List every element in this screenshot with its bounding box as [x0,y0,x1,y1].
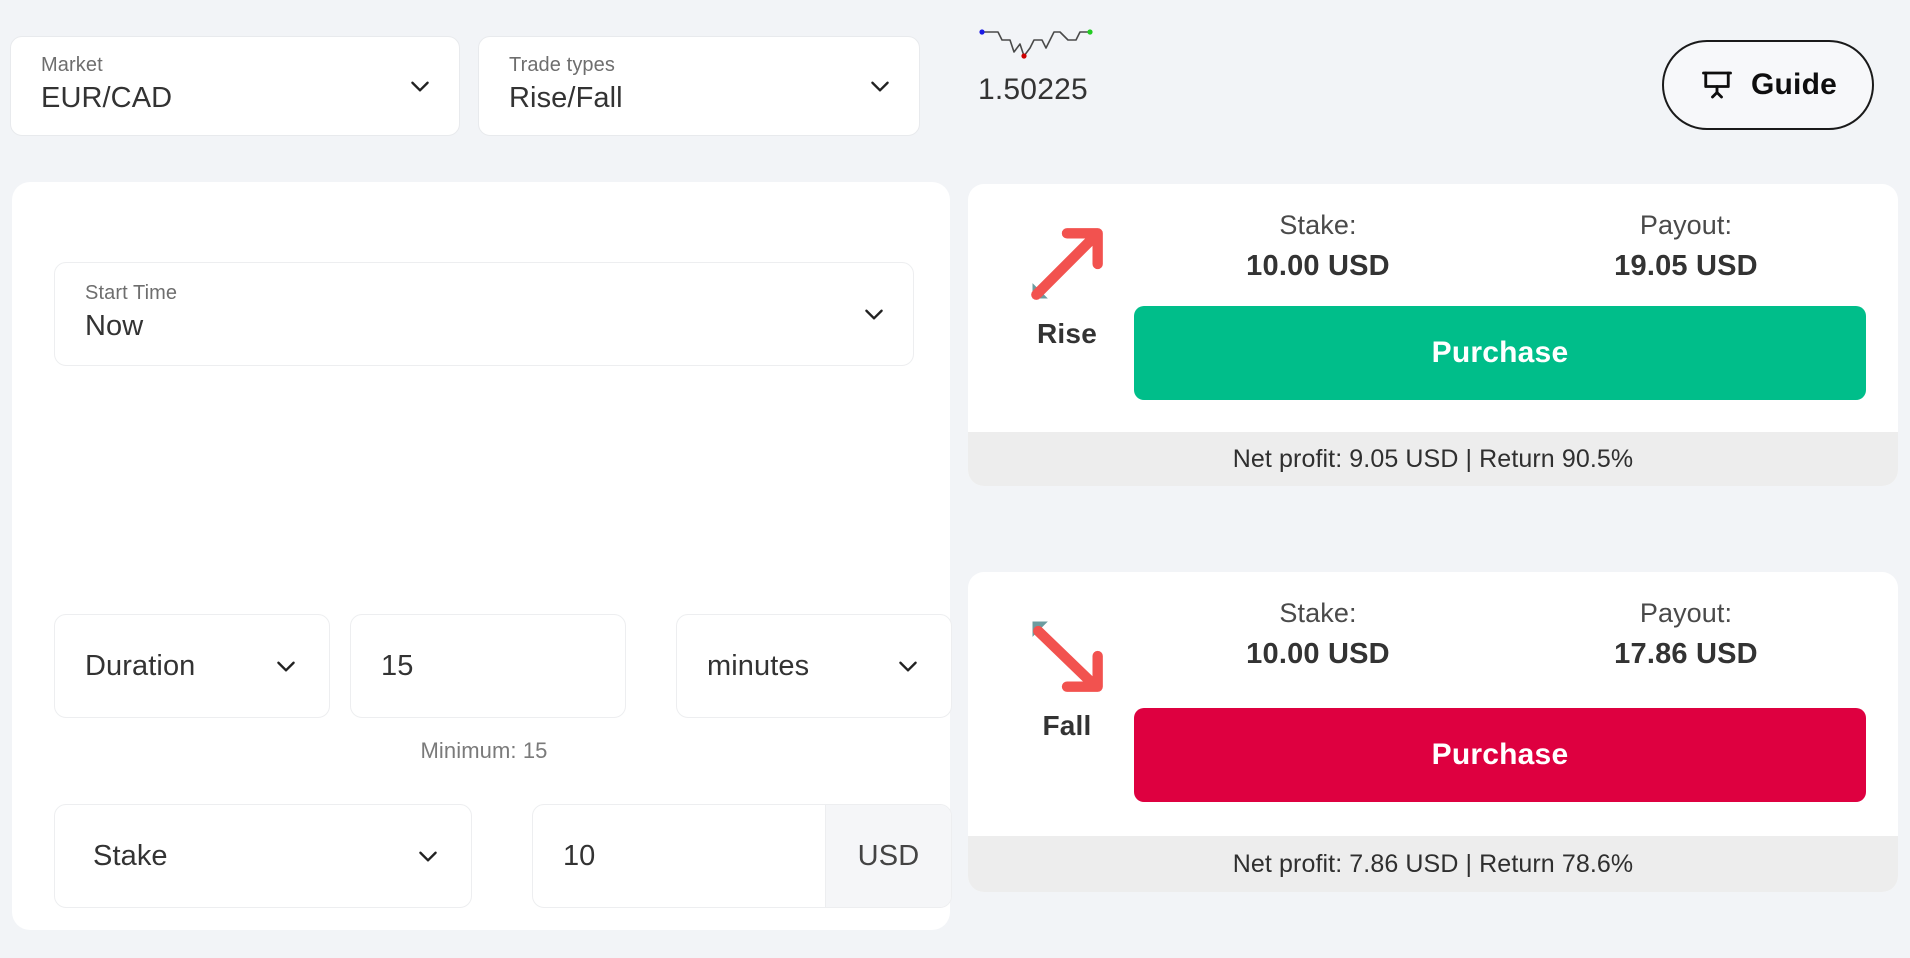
chevron-down-icon[interactable] [273,653,299,679]
fall-stake-label: Stake: [1279,598,1357,628]
guide-button-label: Guide [1750,68,1837,101]
fall-net-profit-text: Net profit: 7.86 USD | Return 78.6% [1232,849,1634,878]
chevron-down-icon[interactable] [407,73,433,99]
rise-card-footer: Net profit: 9.05 USD | Return 90.5% [968,432,1898,486]
arrow-up-right-icon [1000,218,1134,310]
trade-parameters-panel: Start Time Now Duration 15 minutes Minim… [12,182,952,930]
chevron-down-icon[interactable] [861,301,887,327]
rise-payout-column: Payout: 19.05 USD [1502,208,1870,286]
trade-types-label: Trade types [509,54,615,76]
arrow-down-right-icon [1000,610,1134,702]
current-price: 1.50225 [978,73,1088,106]
duration-type-dropdown[interactable]: Duration [54,614,330,718]
duration-row: Duration 15 minutes [54,614,952,718]
market-selector[interactable]: Market EUR/CAD [10,36,460,136]
rise-payout-label: Payout: [1639,210,1733,240]
start-time-label: Start Time [85,282,178,304]
top-bar: Market EUR/CAD Trade types Rise/Fall 1.5… [0,0,1910,152]
sparkline-chart [979,29,1093,59]
presentation-board-icon [1699,67,1735,103]
guide-button[interactable]: Guide [1662,40,1874,130]
duration-amount-value: 15 [381,649,414,682]
trade-types-value: Rise/Fall [509,82,623,114]
duration-amount-input[interactable]: 15 [350,614,626,718]
stake-amount-input[interactable]: 10 [533,805,825,907]
stake-currency-label: USD [825,805,951,907]
fall-card-body: Fall Stake: 10.00 USD Payout: 17.86 USD … [968,572,1898,836]
start-time-field[interactable]: Start Time Now [54,262,914,366]
duration-type-value: Duration [85,649,196,682]
start-time-value: Now [85,310,144,342]
fall-payout-value: 17.86 USD [1614,638,1758,670]
rise-stake-column: Stake: 10.00 USD [1134,208,1502,286]
chevron-down-icon[interactable] [895,653,921,679]
stake-amount-group: 10 USD [532,804,952,908]
stake-type-dropdown[interactable]: Stake [54,804,472,908]
rise-card-body: Rise Stake: 10.00 USD Payout: 19.05 USD … [968,184,1898,432]
sparkline-low-point [1021,53,1027,59]
market-label: Market [41,54,103,76]
fall-stake-value: 10.00 USD [1246,638,1390,670]
duration-unit-dropdown[interactable]: minutes [676,614,952,718]
fall-direction-block: Fall [1000,610,1134,742]
fall-purchase-button[interactable]: Purchase [1134,708,1866,802]
sparkline-start-point [979,29,985,35]
duration-minimum-note: Minimum: 15 [420,738,548,763]
fall-figures: Stake: 10.00 USD Payout: 17.86 USD [1134,596,1870,674]
market-value: EUR/CAD [41,82,173,114]
rise-direction-block: Rise [1000,218,1134,350]
rise-payout-value: 19.05 USD [1614,250,1758,282]
rise-net-profit-text: Net profit: 9.05 USD | Return 90.5% [1232,444,1634,473]
fall-stake-column: Stake: 10.00 USD [1134,596,1502,674]
stake-row: Stake 10 USD [54,804,952,908]
trade-card-fall: Fall Stake: 10.00 USD Payout: 17.86 USD … [968,572,1898,892]
stake-type-value: Stake [93,839,168,872]
fall-direction-label: Fall [1042,710,1092,741]
trading-app-root: Market EUR/CAD Trade types Rise/Fall 1.5… [0,0,1910,958]
trade-types-selector[interactable]: Trade types Rise/Fall [478,36,920,136]
duration-unit-value: minutes [707,649,810,682]
chevron-down-icon[interactable] [867,73,893,99]
rise-stake-value: 10.00 USD [1246,250,1390,282]
fall-payout-column: Payout: 17.86 USD [1502,596,1870,674]
rise-figures: Stake: 10.00 USD Payout: 19.05 USD [1134,208,1870,286]
chevron-down-icon[interactable] [415,843,441,869]
rise-purchase-button[interactable]: Purchase [1134,306,1866,400]
rise-stake-label: Stake: [1279,210,1357,240]
fall-card-footer: Net profit: 7.86 USD | Return 78.6% [968,836,1898,892]
price-sparkline-area: 1.50225 [978,22,1218,108]
sparkline-end-point [1087,29,1093,35]
trade-card-rise: Rise Stake: 10.00 USD Payout: 19.05 USD … [968,184,1898,486]
rise-direction-label: Rise [1037,318,1097,349]
fall-payout-label: Payout: [1639,598,1733,628]
